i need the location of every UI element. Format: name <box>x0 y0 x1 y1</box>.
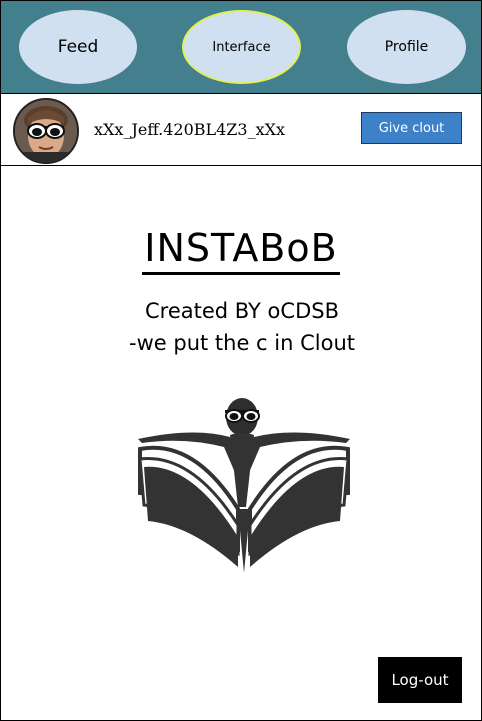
give-clout-button[interactable]: Give clout <box>361 112 462 144</box>
nav-feed-label: Feed <box>57 37 99 57</box>
profile-bar: xXx_Jeff.420BL4Z3_xXx Give clout <box>1 94 481 166</box>
book-logo-icon <box>138 398 350 573</box>
avatar[interactable] <box>13 98 79 164</box>
subtitle-line-1: Created BY oCDSB <box>145 299 339 323</box>
nav-profile-label: Profile <box>384 39 429 55</box>
app-title-text: INSTABoB <box>142 226 340 275</box>
app-title: INSTABoB <box>1 226 481 275</box>
username-label: xXx_Jeff.420BL4Z3_xXx <box>94 120 286 139</box>
app-frame: Feed Interface Profile xXx_Jeff.420BL4Z3… <box>0 0 482 721</box>
nav-interface-button[interactable]: Interface <box>182 10 301 84</box>
logout-button[interactable]: Log-out <box>378 657 462 703</box>
nav-interface-label: Interface <box>212 39 271 55</box>
app-subtitle: Created BY oCDSB -we put the c in Clout <box>1 295 482 359</box>
user-avatar-icon <box>15 100 77 162</box>
top-nav: Feed Interface Profile <box>1 1 481 94</box>
nav-profile-button[interactable]: Profile <box>347 10 466 84</box>
subtitle-line-2: -we put the c in Clout <box>129 331 355 355</box>
nav-feed-button[interactable]: Feed <box>19 10 137 84</box>
